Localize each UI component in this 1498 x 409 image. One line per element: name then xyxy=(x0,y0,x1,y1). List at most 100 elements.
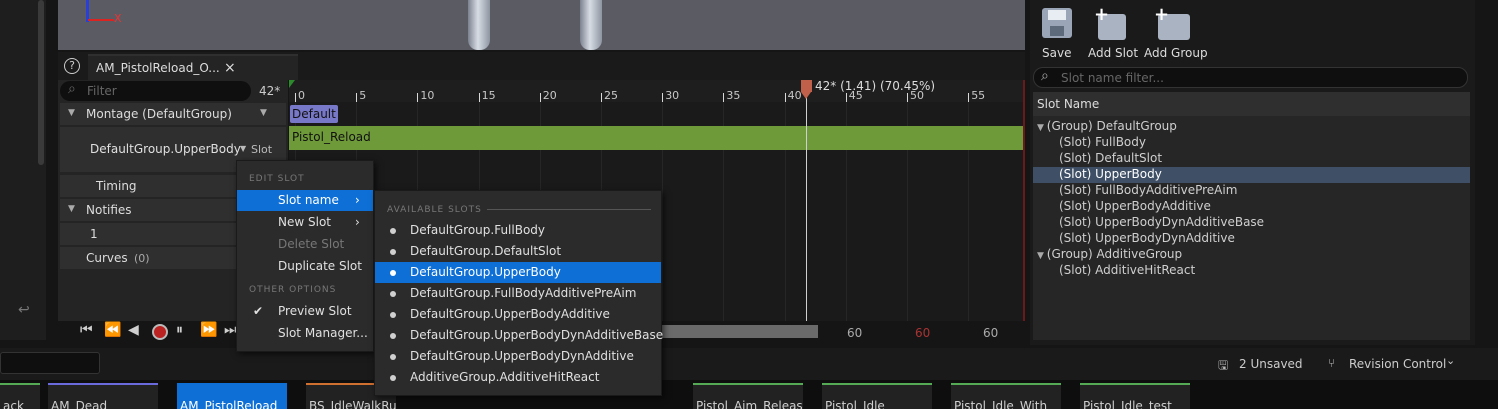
pause-icon[interactable]: ⏸ xyxy=(176,322,183,338)
tree-header-label: Slot Name xyxy=(1037,97,1100,111)
submenu-item[interactable]: DefaultGroup.UpperBodyDynAdditive xyxy=(375,346,661,367)
chevron-down-icon[interactable]: ⌄ xyxy=(1446,354,1455,367)
tree-slot-fullbodyadditivepreaim[interactable]: (Slot) FullBodyAdditivePreAim xyxy=(1059,183,1237,197)
add-slot-button[interactable]: + Add Slot xyxy=(1088,4,1148,64)
asset-tile[interactable]: Pistol_Idle_With xyxy=(951,383,1061,409)
skip-start-icon[interactable]: ⏮ xyxy=(80,322,93,338)
save-label: Save xyxy=(1042,46,1072,60)
menu-item-slot-manager[interactable]: Slot Manager... xyxy=(237,323,373,344)
radio-dot-icon xyxy=(390,270,396,276)
radio-dot-icon xyxy=(390,333,396,339)
dropdown-icon[interactable]: ▼ xyxy=(260,108,267,118)
available-slots-header: AVAILABLE SLOTS xyxy=(387,205,482,215)
tree-header: Slot Name xyxy=(1033,92,1470,116)
slot-manager-panel: Save + Add Slot + Add Group ⌕ Slot name … xyxy=(1030,0,1475,345)
save-button[interactable]: Save xyxy=(1042,8,1072,64)
submenu-item[interactable]: AdditiveGroup.AdditiveHitReact xyxy=(375,367,661,388)
collapse-icon[interactable]: ▼ xyxy=(68,108,75,118)
notify-track-label: 1 xyxy=(90,227,98,241)
tree-group-additivegroup[interactable]: ▼ (Group) AdditiveGroup xyxy=(1037,247,1182,261)
tab-montage[interactable]: AM_PistolReload_O... × xyxy=(88,54,298,80)
asset-tile[interactable]: ack xyxy=(0,383,40,409)
anim-segment[interactable]: Pistol_Reload xyxy=(289,126,1024,150)
tree-group-defaultgroup[interactable]: ▼ (Group) DefaultGroup xyxy=(1037,119,1177,133)
submenu-item[interactable]: DefaultGroup.DefaultSlot xyxy=(375,241,661,262)
ruler-tick xyxy=(784,93,786,102)
axis-x-line xyxy=(88,19,114,21)
montage-label: Montage (DefaultGroup) xyxy=(86,107,232,121)
playhead-handle[interactable] xyxy=(801,80,812,100)
tree-slot-upperbodydynadditive[interactable]: (Slot) UpperBodyDynAdditive xyxy=(1059,231,1235,245)
chevron-down-icon[interactable]: ▼ xyxy=(240,144,246,153)
section-marker[interactable]: Default xyxy=(290,105,338,123)
radio-dot-icon xyxy=(390,354,396,360)
tree-slot-upperbodydynadditivebase[interactable]: (Slot) UpperBodyDynAdditiveBase xyxy=(1059,215,1264,229)
close-icon[interactable]: × xyxy=(224,60,236,76)
slot-search-input[interactable]: ⌕ Slot name filter... xyxy=(1033,67,1468,88)
notifies-label: Notifies xyxy=(86,203,132,217)
timing-label: Timing xyxy=(96,179,137,193)
menu-item-slot-name[interactable]: Slot name › xyxy=(237,190,373,211)
asset-tile-selected[interactable]: AM_PistolReload xyxy=(177,383,287,409)
tree-slot-fullbody[interactable]: (Slot) FullBody xyxy=(1059,135,1146,149)
collapse-icon[interactable]: ▼ xyxy=(68,204,75,214)
save-icon: 🖫 xyxy=(1218,358,1229,372)
tab-bar: ? AM_PistolReload_O... × xyxy=(58,52,1025,80)
range-current[interactable]: 60 xyxy=(915,326,930,340)
character-leg-right xyxy=(580,0,602,50)
record-icon[interactable] xyxy=(152,324,168,340)
ruler-tick xyxy=(968,93,970,102)
unsaved-status[interactable]: 2 Unsaved xyxy=(1239,357,1303,371)
menu-item-duplicate-slot[interactable]: Duplicate Slot xyxy=(237,256,373,277)
tree-slot-defaultslot[interactable]: (Slot) DefaultSlot xyxy=(1059,151,1162,165)
submenu-item[interactable]: DefaultGroup.FullBody xyxy=(375,220,661,241)
ruler-tick-label: 20 xyxy=(542,89,557,102)
ruler-tick xyxy=(845,93,847,102)
slot-tree: Slot Name ▼ (Group) DefaultGroup (Slot) … xyxy=(1033,92,1470,340)
menu-item-new-slot[interactable]: New Slot › xyxy=(237,212,373,233)
step-forward-icon[interactable]: ⏩ xyxy=(200,322,217,338)
submenu-item[interactable]: DefaultGroup.FullBodyAdditivePreAim xyxy=(375,283,661,304)
asset-tile[interactable]: Pistol_Aim_Release xyxy=(693,383,803,409)
curves-count: (0) xyxy=(134,252,150,265)
menu-item-preview-slot[interactable]: ✔ Preview Slot xyxy=(237,301,373,322)
curves-label: Curves xyxy=(86,251,128,265)
section-label: Default xyxy=(292,107,336,121)
undo-icon[interactable]: ↩ xyxy=(18,302,30,318)
range-end[interactable]: 60 xyxy=(983,326,998,340)
revision-control-button[interactable]: Revision Control xyxy=(1349,357,1446,371)
skip-end-icon[interactable]: ⏭ xyxy=(224,322,237,338)
ruler-tick xyxy=(601,93,602,102)
ruler-tick-label: 35 xyxy=(726,89,741,102)
playhead-label: 42* (1.41) (70.45%) xyxy=(815,79,936,93)
console-input[interactable] xyxy=(0,352,100,374)
viewport[interactable]: X xyxy=(58,0,1025,50)
tree-selected-row[interactable]: (Slot) UpperBody xyxy=(1033,167,1470,183)
play-reverse-icon[interactable]: ◀ xyxy=(128,322,139,338)
range-scrollbar[interactable] xyxy=(661,325,818,338)
add-group-button[interactable]: + Add Group xyxy=(1144,4,1214,64)
menu-item-delete-slot[interactable]: Delete Slot xyxy=(237,234,373,255)
slot-dropdown-label[interactable]: Slot xyxy=(251,143,272,156)
start-marker xyxy=(289,80,295,88)
filter-box[interactable]: ⌕ Filter xyxy=(60,81,251,101)
tab-label: AM_PistolReload_O... xyxy=(96,61,220,75)
asset-tile[interactable]: AM_Dead xyxy=(48,383,158,409)
montage-track-header[interactable]: ▼ Montage (DefaultGroup) ▼ xyxy=(60,103,286,125)
step-back-icon[interactable]: ⏪ xyxy=(104,322,121,338)
asset-tile[interactable]: Pistol_Idle_test xyxy=(1080,383,1190,409)
ruler-tick xyxy=(907,93,908,102)
character-leg-left xyxy=(468,0,490,50)
range-start[interactable]: 60 xyxy=(847,326,862,340)
left-panel-strip: ↩ xyxy=(0,0,46,340)
filter-placeholder: Filter xyxy=(87,84,117,98)
ruler-tick-label: 30 xyxy=(665,89,680,102)
submenu-item[interactable]: DefaultGroup.UpperBodyDynAdditiveBase xyxy=(375,325,663,346)
submenu-item-selected[interactable]: DefaultGroup.UpperBody xyxy=(375,262,661,283)
tree-slot-additivehitreact[interactable]: (Slot) AdditiveHitReact xyxy=(1059,263,1195,277)
asset-tile[interactable]: Pistol_Idle xyxy=(822,383,932,409)
scrollbar[interactable] xyxy=(38,0,44,165)
tree-slot-upperbodyadditive[interactable]: (Slot) UpperBodyAdditive xyxy=(1059,199,1211,213)
submenu-item[interactable]: DefaultGroup.UpperBodyAdditive xyxy=(375,304,661,325)
help-icon[interactable]: ? xyxy=(64,58,80,74)
